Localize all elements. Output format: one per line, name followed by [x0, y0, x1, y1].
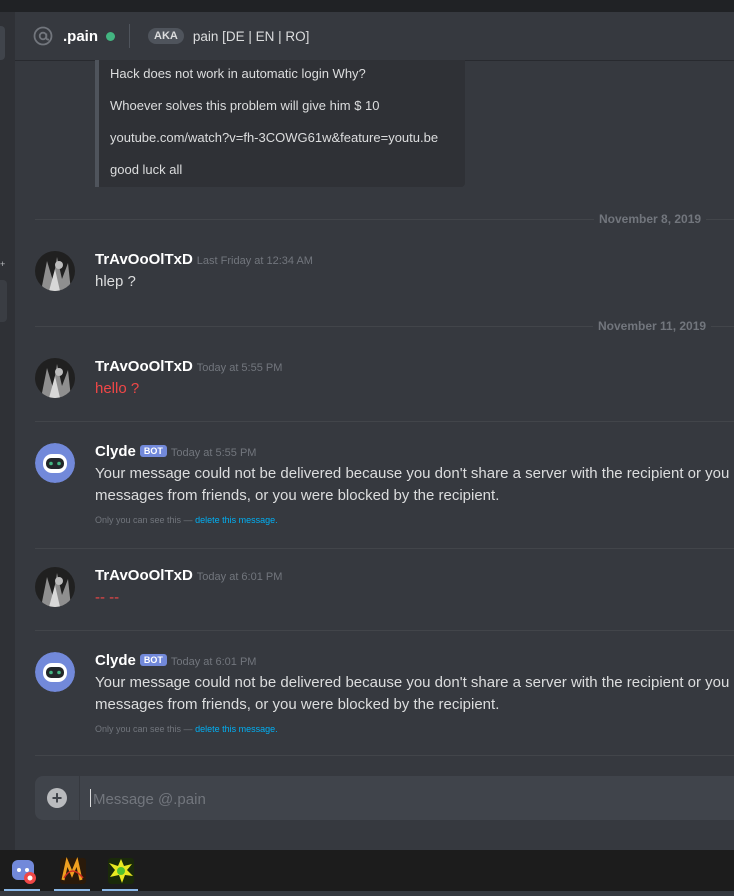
message-list[interactable]: Hack does not work in automatic login Wh… — [15, 60, 734, 850]
taskbar-yellow-game[interactable] — [100, 850, 140, 891]
date-divider-label: November 11, 2019 — [593, 319, 712, 333]
message-content-line: Your message could not be delivered beca… — [95, 465, 734, 482]
message-timestamp: Last Friday at 12:34 AM — [196, 255, 313, 267]
taskbar-discord[interactable] — [2, 850, 42, 891]
header-divider — [129, 24, 131, 48]
window-top-strip — [0, 0, 734, 12]
clyde-avatar[interactable] — [35, 652, 75, 692]
ephemeral-notice: Only you can see this — delete this mess… — [95, 515, 278, 525]
delete-message-link[interactable]: delete this message. — [195, 724, 278, 734]
aka-badge: AKA — [148, 28, 184, 44]
mu-game-icon — [60, 857, 86, 884]
message-timestamp: Today at 6:01 PM — [170, 656, 257, 668]
date-divider: November 8, 2019 — [35, 212, 734, 226]
clyde-avatar[interactable] — [35, 443, 75, 483]
date-divider: November 11, 2019 — [35, 319, 734, 333]
message-separator — [35, 755, 734, 756]
ephemeral-notice: Only you can see this — delete this mess… — [95, 724, 278, 734]
channel-sidebar-edge: + — [0, 12, 15, 850]
at-icon-svg — [33, 26, 53, 46]
message-timestamp: Today at 6:01 PM — [196, 571, 283, 583]
embed-line: good luck all — [110, 162, 183, 177]
message-timestamp: Today at 5:55 PM — [170, 447, 257, 459]
message-content-failed: hello ? — [95, 380, 140, 397]
embed-line: Whoever solves this problem will give hi… — [110, 98, 380, 113]
message-header: TrAvOoOlTxD Last Friday at 12:34 AM — [95, 251, 313, 268]
avatar-image — [35, 358, 75, 398]
avatar[interactable] — [35, 251, 75, 291]
date-divider-label: November 8, 2019 — [594, 212, 707, 226]
author-name[interactable]: TrAvOoOlTxD — [95, 251, 193, 268]
aka-names: pain [DE | EN | RO] — [192, 28, 310, 44]
ephemeral-note: Only you can see this — — [95, 515, 193, 525]
avatar-image — [35, 251, 75, 291]
message-content-failed: -- -- — [95, 589, 120, 606]
sidebar-plus-mark: + — [0, 259, 6, 269]
message-header: Clyde BOT Today at 6:01 PM — [95, 652, 256, 669]
message-separator — [35, 548, 734, 549]
message-timestamp: Today at 5:55 PM — [196, 362, 283, 374]
dm-recipient-name[interactable]: .pain — [63, 28, 98, 45]
at-icon — [32, 25, 54, 47]
message-header: TrAvOoOlTxD Today at 6:01 PM — [95, 567, 282, 584]
message-content-line: messages from friends, or you were block… — [95, 696, 500, 713]
message-separator — [35, 421, 734, 422]
channel-header: .pain AKA pain [DE | EN | RO] — [15, 12, 734, 60]
embed-line: Hack does not work in automatic login Wh… — [110, 66, 366, 81]
sidebar-item[interactable] — [0, 280, 7, 322]
discord-app-icon — [12, 860, 36, 884]
avatar[interactable] — [35, 358, 75, 398]
yellow-game-icon — [108, 858, 134, 884]
avatar[interactable] — [35, 567, 75, 607]
taskbar-mu-game[interactable] — [52, 850, 92, 891]
message-header: Clyde BOT Today at 5:55 PM — [95, 443, 256, 460]
bot-tag: BOT — [139, 654, 167, 666]
composer-divider — [79, 776, 80, 820]
bot-tag: BOT — [139, 445, 167, 457]
author-name[interactable]: TrAvOoOlTxD — [95, 358, 193, 375]
ephemeral-note: Only you can see this — — [95, 724, 193, 734]
embed-link[interactable]: youtube.com/watch?v=fh-3COWG61w&feature=… — [110, 130, 438, 145]
clyde-bot-icon — [35, 652, 75, 692]
online-status-icon — [106, 31, 116, 41]
avatar-image — [35, 567, 75, 607]
plus-icon[interactable]: + — [47, 788, 67, 808]
author-name[interactable]: Clyde — [95, 652, 136, 669]
sidebar-selected-item[interactable] — [0, 26, 5, 60]
message-content-line: messages from friends, or you were block… — [95, 487, 500, 504]
message-content: hlep ? — [95, 273, 136, 290]
author-name[interactable]: Clyde — [95, 443, 136, 460]
os-taskbar — [0, 850, 734, 891]
message-header: TrAvOoOlTxD Today at 5:55 PM — [95, 358, 282, 375]
delete-message-link[interactable]: delete this message. — [195, 515, 278, 525]
author-name[interactable]: TrAvOoOlTxD — [95, 567, 193, 584]
message-content-line: Your message could not be delivered beca… — [95, 674, 734, 691]
message-separator — [35, 630, 734, 631]
message-composer: + — [35, 776, 734, 820]
clyde-bot-icon — [35, 443, 75, 483]
message-input[interactable] — [91, 786, 695, 812]
message-embed: Hack does not work in automatic login Wh… — [95, 60, 465, 187]
